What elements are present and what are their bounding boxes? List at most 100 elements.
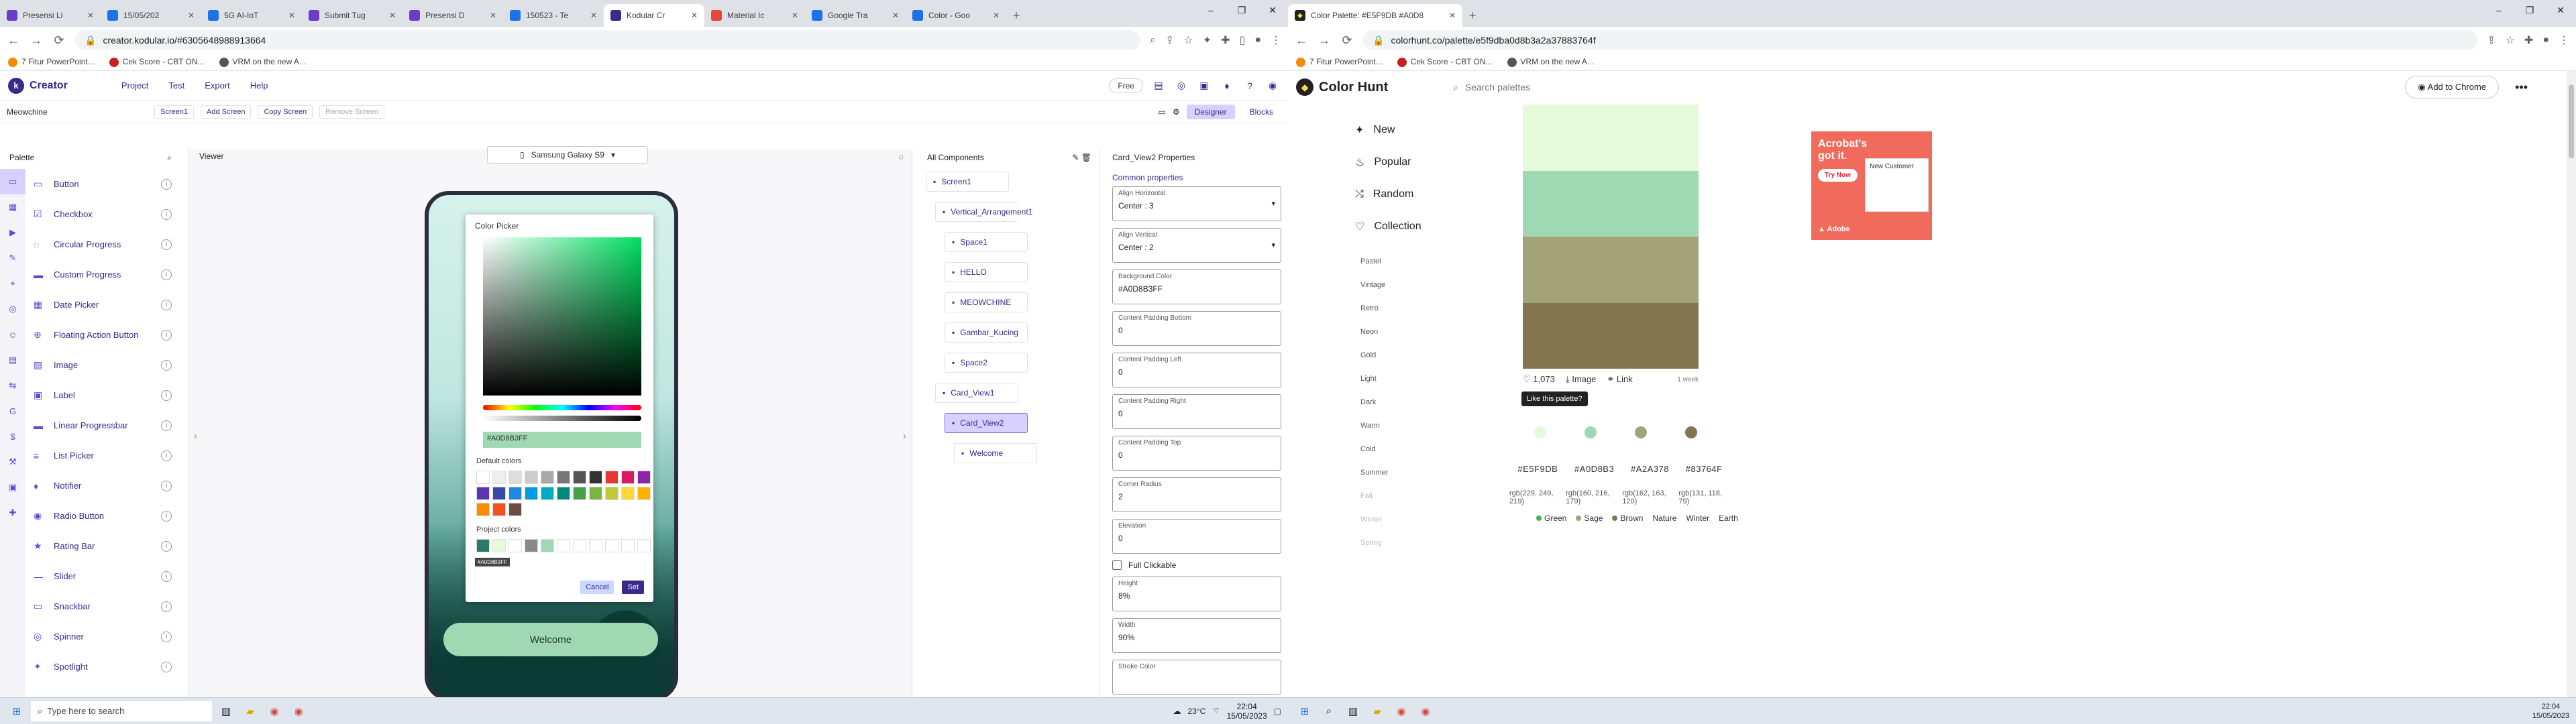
browser-tab[interactable]: Submit Tug ✕ bbox=[302, 4, 402, 27]
color-swatch[interactable] bbox=[492, 487, 506, 500]
info-icon[interactable]: i bbox=[161, 601, 172, 612]
property-field[interactable]: Content Padding Top 0 bbox=[1112, 436, 1281, 471]
forward-icon[interactable]: → bbox=[30, 34, 43, 48]
close-tab-icon[interactable]: ✕ bbox=[792, 11, 798, 20]
color-swatch[interactable] bbox=[621, 539, 635, 552]
hex-input[interactable]: #A0D8B3FF bbox=[483, 432, 641, 448]
palette-item[interactable]: ◉ Radio Button i bbox=[28, 501, 181, 531]
profile-avatar[interactable]: ● bbox=[2542, 34, 2549, 46]
palette-item[interactable]: ▦ Date Picker i bbox=[28, 290, 181, 320]
palette-tag[interactable]: Earth bbox=[1719, 514, 1738, 523]
close-tab-icon[interactable]: ✕ bbox=[490, 11, 496, 20]
category-google-icon[interactable]: G bbox=[0, 398, 25, 424]
full-clickable-checkbox[interactable] bbox=[1112, 560, 1122, 570]
color-swatch[interactable] bbox=[557, 539, 570, 552]
menu-dots-icon[interactable]: ⋮ bbox=[2559, 34, 2569, 47]
info-icon[interactable]: i bbox=[161, 570, 172, 582]
reload-icon[interactable]: ⟳ bbox=[52, 34, 66, 48]
file-explorer-icon[interactable]: ▰ bbox=[240, 701, 260, 721]
palette-item[interactable]: ▨ Image i bbox=[28, 350, 181, 380]
nav-new[interactable]: ✦ New bbox=[1355, 114, 1489, 146]
category-social-icon[interactable]: ☺ bbox=[0, 322, 25, 347]
welcome-card[interactable]: Welcome bbox=[443, 623, 658, 656]
link-button[interactable]: ⚭ Link bbox=[1607, 374, 1632, 385]
share-icon[interactable]: ⇪ bbox=[1165, 34, 1174, 47]
kodular-logo[interactable]: k Creator bbox=[8, 77, 68, 94]
tag-link[interactable]: Dark bbox=[1360, 398, 1389, 422]
rgb-code[interactable]: rgb(229, 249, 219) bbox=[1509, 489, 1566, 505]
new-tab-icon[interactable]: + bbox=[1462, 4, 1483, 27]
info-icon[interactable]: i bbox=[161, 359, 172, 371]
notification-icon[interactable]: ♦ bbox=[1220, 78, 1234, 93]
width-field[interactable]: Width 90% bbox=[1112, 618, 1281, 653]
color-swatch[interactable] bbox=[525, 471, 538, 484]
palette-tag[interactable]: Sage bbox=[1576, 514, 1603, 523]
close-tab-icon[interactable]: ✕ bbox=[892, 11, 899, 20]
nav-random[interactable]: ⤭ Random bbox=[1355, 178, 1489, 210]
saturation-value-area[interactable] bbox=[483, 237, 641, 396]
category-monetization-icon[interactable]: $ bbox=[0, 424, 25, 449]
tag-link[interactable]: Fall bbox=[1360, 492, 1389, 516]
all-components-dropdown[interactable]: All Components bbox=[927, 153, 984, 162]
close-tab-icon[interactable]: ✕ bbox=[691, 11, 698, 20]
color-swatch[interactable] bbox=[573, 487, 586, 500]
tree-node[interactable]: ▪ Vertical_Arrangement1 bbox=[919, 196, 1099, 227]
adobe-ad[interactable]: Acrobat's got it. Try Now New Customer ▲… bbox=[1811, 131, 1932, 240]
close-tab-icon[interactable]: ✕ bbox=[389, 11, 396, 20]
color-swatch[interactable] bbox=[605, 471, 619, 484]
height-field[interactable]: Height 8% bbox=[1112, 577, 1281, 611]
bookmark-item[interactable]: 7 Fitur PowerPoint... bbox=[8, 57, 95, 67]
nav-collection[interactable]: ♡ Collection bbox=[1355, 210, 1489, 243]
menu-help[interactable]: Help bbox=[250, 80, 268, 90]
zoom-icon[interactable]: ⌕ bbox=[1150, 34, 1156, 46]
settings-icon[interactable]: ⚙ bbox=[1173, 107, 1180, 117]
tab-colorhunt[interactable]: ◆ Color Palette: #E5F9DB #A0D8 ✕ bbox=[1288, 4, 1462, 27]
color-swatch[interactable] bbox=[476, 539, 490, 552]
profile-avatar[interactable]: ● bbox=[1254, 34, 1261, 46]
try-now-button[interactable]: Try Now bbox=[1818, 169, 1858, 182]
palette-tag[interactable]: Winter bbox=[1686, 514, 1709, 523]
palette-item[interactable]: ▬ Custom Progress i bbox=[28, 259, 181, 290]
tag-link[interactable]: Cold bbox=[1360, 445, 1389, 469]
rgb-code[interactable]: rgb(162, 163, 120) bbox=[1622, 489, 1678, 505]
tag-link[interactable]: Gold bbox=[1360, 351, 1389, 375]
rgb-code[interactable]: rgb(131, 118, 79) bbox=[1678, 489, 1731, 505]
tree-node[interactable]: ▪ Gambar_Kucing bbox=[919, 317, 1099, 347]
wifi-icon[interactable]: ⌔ bbox=[1212, 706, 1220, 716]
close-tab-icon[interactable]: ✕ bbox=[993, 11, 1000, 20]
color-dot[interactable] bbox=[1634, 426, 1647, 438]
category-lego-icon[interactable]: ▣ bbox=[0, 475, 25, 500]
hue-slider[interactable] bbox=[483, 405, 641, 410]
color-swatch[interactable] bbox=[621, 471, 635, 484]
tag-link[interactable]: Pastel bbox=[1360, 257, 1389, 281]
tree-node-box[interactable]: ▪ Space2 bbox=[945, 352, 1028, 373]
clock-date[interactable]: 15/05/2023 bbox=[1227, 711, 1267, 721]
tree-node-box[interactable]: ▪ Welcome bbox=[954, 442, 1037, 463]
colorhunt-logo[interactable]: ◆ Color Hunt bbox=[1296, 78, 1444, 96]
browser-tab[interactable]: 5G AI-IoT ✕ bbox=[201, 4, 302, 27]
property-field[interactable]: Background Color #A0D8B3FF bbox=[1112, 269, 1281, 304]
category-extension-icon[interactable]: ✚ bbox=[0, 500, 25, 526]
bookmark-item[interactable]: VRM on the new A... bbox=[219, 57, 306, 67]
color-swatch[interactable] bbox=[525, 487, 538, 500]
tree-node[interactable]: ▪ Space2 bbox=[919, 347, 1099, 377]
color-swatch[interactable] bbox=[589, 539, 602, 552]
close-tab-icon[interactable]: ✕ bbox=[288, 11, 295, 20]
sidebar-icon[interactable]: ▯ bbox=[1240, 34, 1246, 47]
screen-selector[interactable]: Screen1 bbox=[154, 105, 194, 119]
palette-item[interactable]: ⊕ Floating Action Button i bbox=[28, 320, 181, 350]
palette-item[interactable]: ▬ Linear Progressbar i bbox=[28, 410, 181, 440]
tree-node[interactable]: ▪ HELLO bbox=[919, 257, 1099, 287]
close-tab-icon[interactable]: ✕ bbox=[1449, 11, 1456, 20]
info-icon[interactable]: i bbox=[161, 389, 172, 401]
palette-color-block[interactable] bbox=[1523, 237, 1699, 303]
category-drawing-icon[interactable]: ✎ bbox=[0, 245, 25, 271]
clock-date[interactable]: 15/05/2023 bbox=[2532, 712, 2569, 720]
tree-node-box[interactable]: ▪ HELLO bbox=[945, 261, 1028, 282]
color-dot[interactable] bbox=[1584, 426, 1597, 438]
tree-node-box[interactable]: ▪ Gambar_Kucing bbox=[945, 322, 1028, 343]
palette-item[interactable]: ▭ Snackbar i bbox=[28, 591, 181, 621]
palette-item[interactable]: ★ Rating Bar i bbox=[28, 531, 181, 561]
palette-item[interactable]: ◎ Spinner i bbox=[28, 621, 181, 652]
info-icon[interactable]: i bbox=[161, 510, 172, 522]
